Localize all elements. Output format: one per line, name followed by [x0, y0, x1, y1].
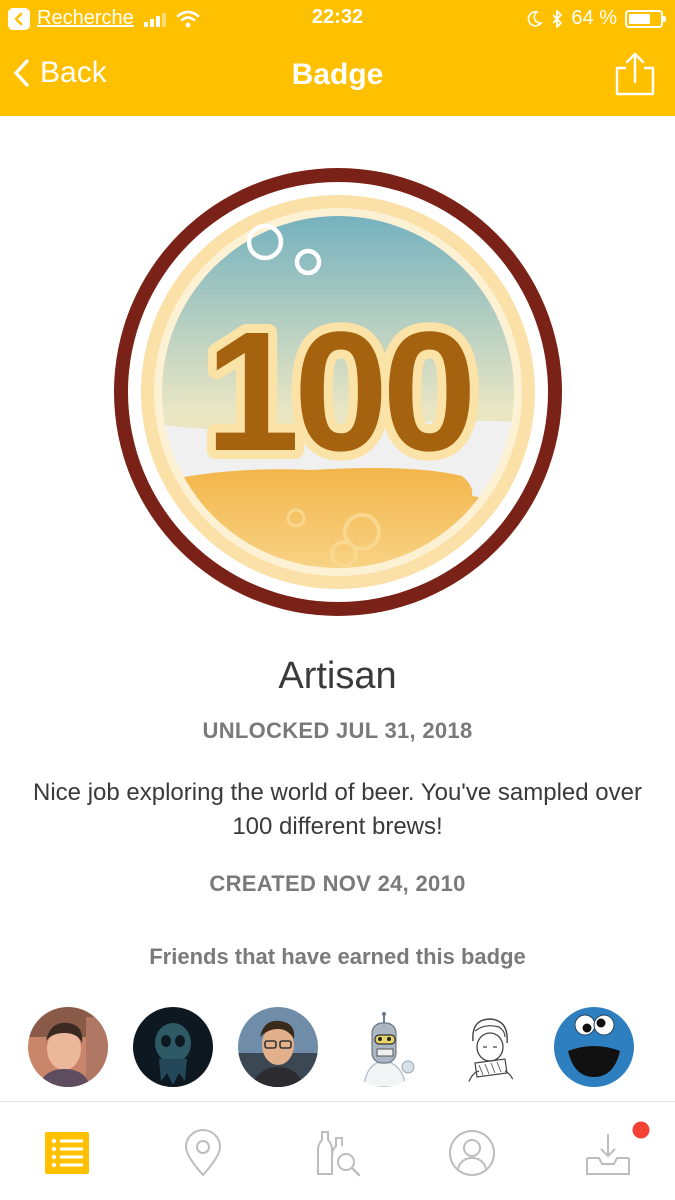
wifi-icon: [176, 10, 200, 27]
unlocked-date: UNLOCKED JUL 31, 2018: [202, 718, 473, 743]
bluetooth-icon: [552, 9, 563, 28]
return-to-app-icon[interactable]: [8, 7, 30, 30]
battery-icon: [625, 9, 666, 28]
status-bar: Recherche 22:32 64 %: [0, 0, 675, 36]
battery-percent: 64 %: [571, 7, 617, 29]
chevron-left-icon: [14, 59, 29, 87]
location-pin-icon: [184, 1129, 222, 1177]
tab-inbox[interactable]: [583, 1121, 650, 1178]
badge-description: Nice job exploring the world of beer. Yo…: [33, 779, 642, 840]
share-icon: [615, 52, 655, 96]
beer-search-icon: [317, 1131, 361, 1177]
avatar-dark-skull-icon: [133, 1007, 213, 1087]
friend-avatar[interactable]: [554, 1007, 634, 1087]
tab-profile[interactable]: [447, 1128, 497, 1178]
friends-list: [0, 1007, 675, 1087]
tab-activity[interactable]: [42, 1128, 92, 1178]
back-button[interactable]: Back: [12, 56, 107, 90]
avatar-blue-monster-icon: [554, 1007, 634, 1087]
badge-screen: Recherche 22:32 64 % Back Badge 100 100 …: [0, 0, 675, 1200]
friend-avatar[interactable]: [344, 1007, 424, 1087]
back-label: Back: [40, 56, 107, 89]
friend-avatar[interactable]: [238, 1007, 318, 1087]
nav-bar: Back Badge: [0, 36, 675, 116]
friend-avatar[interactable]: [28, 1007, 108, 1087]
friend-avatar[interactable]: [449, 1007, 529, 1087]
signal-icon: [143, 11, 166, 27]
avatar-sketch-drawing-icon: [449, 1007, 529, 1087]
list-icon: [45, 1132, 89, 1174]
badge-image: 100 100: [114, 168, 562, 616]
tab-nearby[interactable]: [178, 1128, 228, 1178]
inbox-icon: [586, 1134, 630, 1175]
tab-bar: [0, 1101, 675, 1200]
status-left: Recherche: [8, 7, 200, 30]
created-date: CREATED NOV 24, 2010: [209, 871, 466, 896]
avatar-man-photo-icon: [28, 1007, 108, 1087]
friend-avatar[interactable]: [133, 1007, 213, 1087]
status-right: 64 %: [527, 7, 666, 30]
profile-icon: [449, 1130, 495, 1176]
moon-icon: [528, 10, 544, 27]
notification-dot: [632, 1121, 650, 1139]
share-button[interactable]: [613, 50, 657, 103]
return-to-app-link[interactable]: Recherche: [37, 7, 134, 30]
tab-search[interactable]: [312, 1128, 362, 1178]
badge-number: 100: [205, 297, 471, 487]
badge-name: Artisan: [278, 655, 397, 697]
avatar-man-glasses-icon: [238, 1007, 318, 1087]
friends-heading: Friends that have earned this badge: [149, 944, 526, 969]
avatar-robot-cartoon-icon: [344, 1007, 424, 1087]
